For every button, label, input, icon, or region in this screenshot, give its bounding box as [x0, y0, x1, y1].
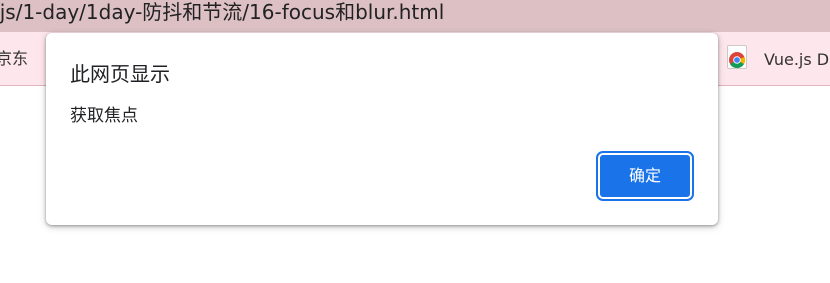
bookmark-jd[interactable]: 京东 [0, 47, 28, 71]
dialog-message: 获取焦点 [70, 106, 138, 126]
chrome-icon [726, 45, 750, 71]
url-text[interactable]: /js/1-day/1day-防抖和节流/16-focus和blur.html [0, 0, 444, 28]
page: /js/1-day/1day-防抖和节流/16-focus和blur.html … [0, 0, 830, 283]
ok-button[interactable]: 确定 [596, 151, 694, 201]
bookmark-vue[interactable]: Vue.js D [726, 45, 830, 71]
bookmark-vue-label: Vue.js D [764, 49, 830, 69]
alert-dialog: 此网页显示 获取焦点 确定 [46, 33, 718, 225]
address-bar[interactable]: /js/1-day/1day-防抖和节流/16-focus和blur.html [0, 0, 830, 32]
dialog-title: 此网页显示 [70, 62, 170, 86]
